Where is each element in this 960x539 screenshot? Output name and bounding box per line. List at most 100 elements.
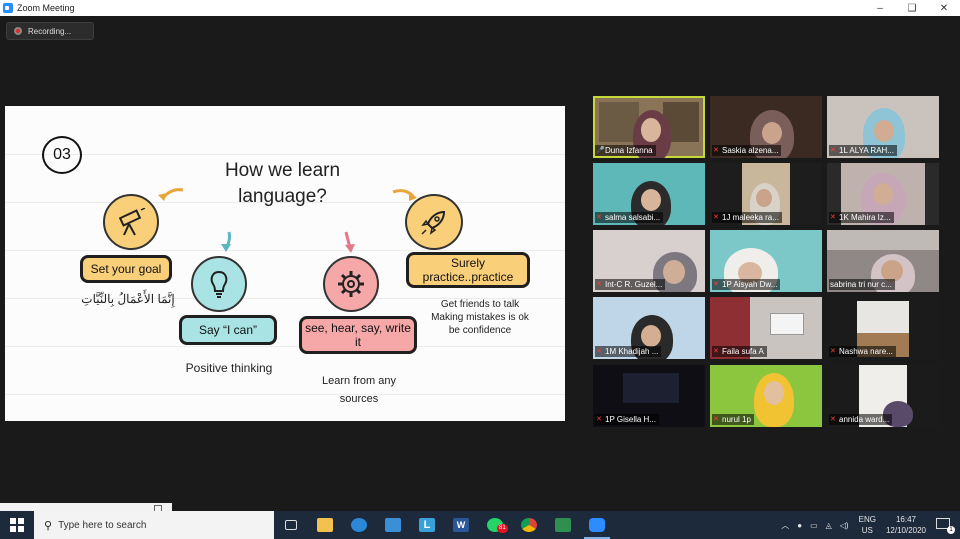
chrome-icon[interactable] (512, 511, 546, 539)
mic-muted-icon: ✕ (830, 415, 836, 423)
caption-line: sources (339, 393, 379, 405)
video-tile[interactable]: ✕ 1J maleeka ra... (710, 163, 822, 225)
participant-name: ✕ salma salsabi... (595, 212, 664, 223)
participant-name: ✕ 1K Mahira Iz... (829, 212, 894, 223)
arrow-icon (344, 231, 355, 253)
step-caption-arabic: إِنَّمَا الأَعْمَالُ بِالنِّيَّاتِ (81, 292, 175, 306)
video-frame (770, 313, 804, 335)
rocket-icon (405, 194, 463, 250)
search-icon: ⚲ (44, 519, 53, 532)
volume-icon[interactable]: ◁) (840, 521, 849, 530)
start-button[interactable] (0, 511, 34, 539)
mic-muted-icon: ✕ (713, 146, 719, 154)
windows-logo-icon (10, 518, 24, 532)
video-tile[interactable]: ✕ Nashwa nare... (827, 297, 939, 359)
taskbar-clock[interactable]: 16:47 12/10/2020 (886, 514, 926, 536)
window-title: Zoom Meeting (17, 3, 75, 13)
participant-name-text: 1P Gisella H... (605, 415, 656, 424)
participant-name: ✕ nurul 1p (712, 414, 754, 425)
video-tile[interactable]: ✕ salma salsabi... (593, 163, 705, 225)
participant-name-text: 1L ALYA RAH... (839, 146, 894, 155)
shared-screen-slide: 03 How we learn language? Set your goal … (5, 106, 565, 421)
video-tile[interactable]: ✕ 1P Gisella H... (593, 365, 705, 427)
edge-icon[interactable] (342, 511, 376, 539)
caption-line: Making mistakes is ok (431, 312, 529, 323)
participant-name: ✕ Int-C R. Guzel... (595, 279, 666, 290)
slide-title-line1: How we learn (224, 160, 341, 181)
input-language[interactable]: ENG US (859, 514, 876, 536)
video-tile[interactable]: ✕ 1P Aisyah Dw... (710, 230, 822, 292)
participant-face (641, 118, 661, 142)
participant-name-text: annida ward... (839, 415, 890, 424)
slide-rule (5, 154, 565, 155)
maximize-button[interactable]: ❑ (896, 0, 928, 16)
participant-face (663, 260, 685, 284)
video-tile[interactable]: ✕ 1L ALYA RAH... (827, 96, 939, 158)
step-label-set-goal: Set your goal (80, 255, 172, 283)
mail-icon[interactable] (376, 511, 410, 539)
clock-time: 16:47 (895, 515, 916, 524)
video-tile[interactable]: ✕ 1K Mahira Iz... (827, 163, 939, 225)
participant-name-text: sabrina tri nur c... (830, 280, 892, 289)
video-tile[interactable]: ✕ Int-C R. Guzel... (593, 230, 705, 292)
slide-rule (5, 250, 565, 251)
slide-title: How we learn language? (205, 158, 360, 210)
mic-muted-icon: ✕ (830, 347, 836, 355)
participant-name: ✕ 1J maleeka ra... (712, 212, 782, 223)
mic-muted-icon: ✕ (713, 347, 719, 355)
participant-name: ✕ Faila sufa A (712, 346, 767, 357)
video-tile[interactable]: ✕ 1M Khadijah ... (593, 297, 705, 359)
window-controls: – ❑ ✕ (864, 0, 960, 16)
record-icon (14, 27, 22, 35)
whatsapp-icon[interactable]: 81 (478, 511, 512, 539)
mic-muted-icon: ✕ (596, 415, 602, 423)
zoom-app-icon (3, 3, 13, 13)
mic-muted-icon: ✕ (830, 146, 836, 154)
slide-rule (5, 394, 565, 395)
microphone-icon[interactable]: ● (797, 521, 802, 530)
participant-name-text: 1K Mahira Iz... (839, 213, 891, 222)
close-button[interactable]: ✕ (928, 0, 960, 16)
arrow-icon (158, 188, 184, 201)
network-icon[interactable]: ◬ (826, 521, 832, 530)
caption-line: Get friends to talk (440, 299, 520, 310)
video-tile[interactable]: sabrina tri nur c... (827, 230, 939, 292)
participant-name: sabrina tri nur c... (829, 279, 895, 290)
mic-muted-icon: ✕ (596, 280, 602, 288)
participant-face (874, 120, 894, 142)
zoom-icon[interactable] (580, 511, 614, 539)
spreadsheet-icon[interactable] (546, 511, 580, 539)
recording-indicator[interactable]: Recording... (6, 22, 94, 40)
participant-name-text: salma salsabi... (605, 213, 661, 222)
system-tray: ︿ ● ▭ ◬ ◁) ENG US 16:47 12/10/2020 1 (777, 511, 960, 539)
step-label-see-hear-say-write: see, hear, say, write it (299, 316, 417, 354)
mic-muted-icon: ✕ (713, 213, 719, 221)
video-tile[interactable]: ✕ annida ward... (827, 365, 939, 427)
file-explorer-icon[interactable] (308, 511, 342, 539)
video-tile[interactable]: ✕ nurul 1p (710, 365, 822, 427)
participant-name: ✕ 1L ALYA RAH... (829, 145, 897, 156)
participant-name-text: Int-C R. Guzel... (605, 280, 663, 289)
window-titlebar: Zoom Meeting – ❑ ✕ (0, 0, 960, 16)
taskbar-search[interactable]: ⚲ Type here to search (34, 511, 274, 539)
video-tile[interactable]: ✕ Faila sufa A (710, 297, 822, 359)
launcher-l-icon[interactable]: L (410, 511, 444, 539)
participant-name-text: nurul 1p (722, 415, 751, 424)
video-frame (623, 373, 679, 403)
notification-count: 1 (947, 526, 955, 534)
task-view-icon[interactable] (274, 511, 308, 539)
language-code: ENG (858, 515, 876, 524)
arrow-icon (221, 231, 232, 252)
minimize-button[interactable]: – (864, 0, 896, 16)
participant-name-text: Nashwa nare... (839, 347, 893, 356)
video-frame (827, 230, 939, 250)
video-tile[interactable]: 🎤 Duna Izfanna (593, 96, 705, 158)
language-region: US (861, 526, 873, 535)
participant-name-text: 1J maleeka ra... (722, 213, 779, 222)
battery-icon[interactable]: ▭ (810, 521, 818, 530)
video-tile[interactable]: ✕ Saskia alzena... (710, 96, 822, 158)
word-icon[interactable]: W (444, 511, 478, 539)
participant-name-text: 1P Aisyah Dw... (722, 280, 778, 289)
chevron-up-icon[interactable]: ︿ (781, 520, 789, 531)
action-center-icon[interactable]: 1 (936, 518, 955, 534)
